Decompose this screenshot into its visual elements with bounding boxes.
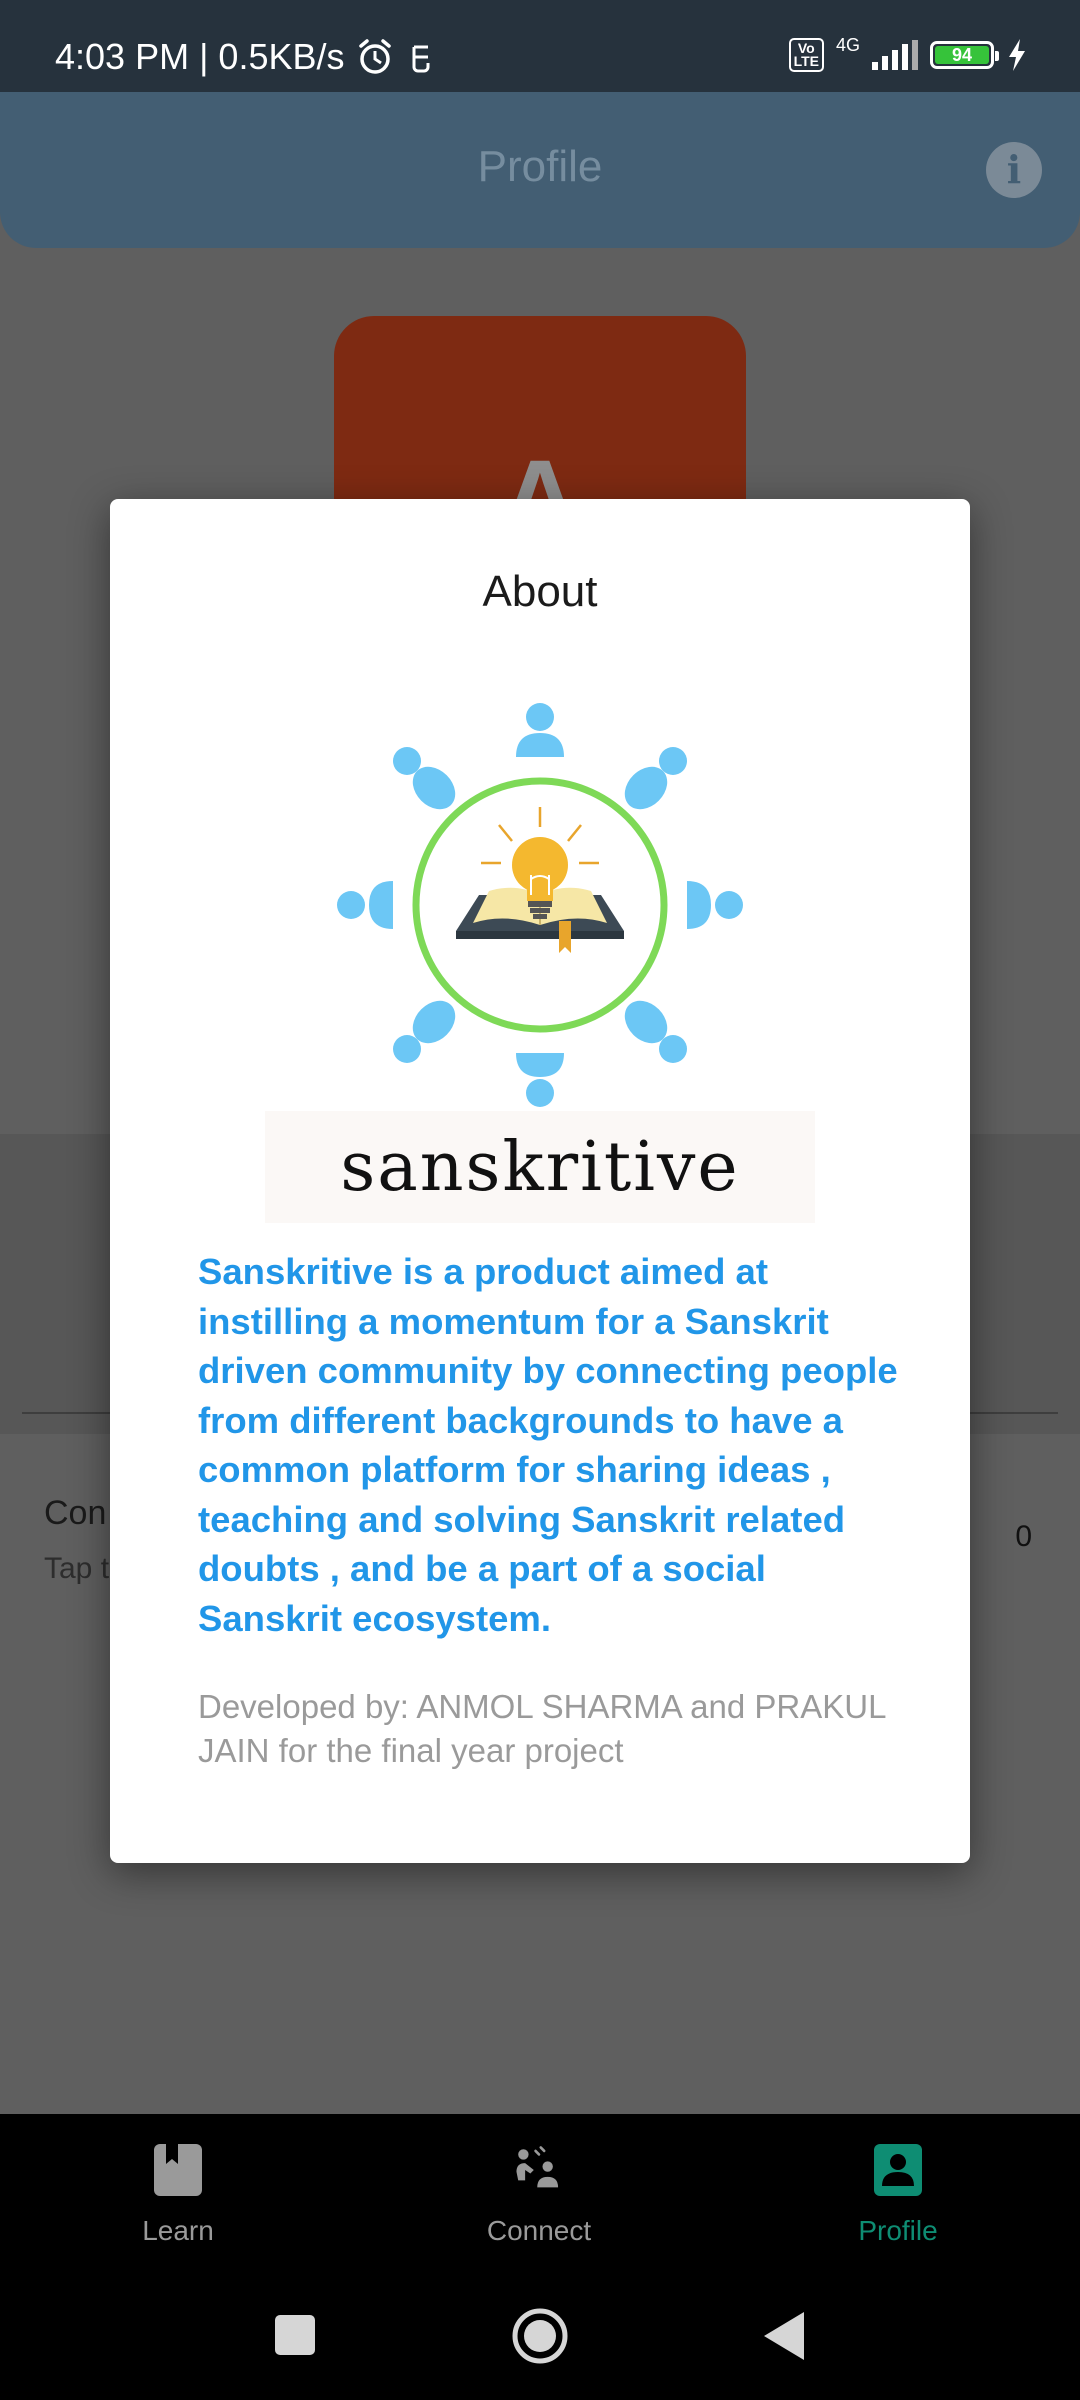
alarm-icon: [358, 39, 391, 74]
app-bar: Profile i: [0, 92, 1080, 248]
battery-icon: 94: [930, 41, 999, 69]
bottom-navigation: Learn Connect Profile: [0, 2114, 1080, 2260]
connections-title[interactable]: Con: [44, 1494, 106, 1533]
dialog-title: About: [482, 567, 598, 616]
developer-credit: Developed by: ANMOL SHARMA and PRAKUL JA…: [198, 1688, 886, 1769]
book-icon: [154, 2144, 202, 2196]
connect-icon: [516, 2146, 559, 2188]
logo-wordmark: sanskritive: [265, 1111, 815, 1223]
nav-label-profile: Profile: [858, 2215, 938, 2246]
nav-item-profile[interactable]: Profile: [798, 2142, 998, 2247]
logo-word-text: sanskritive: [340, 1127, 740, 1207]
sanskritive-logo-icon: [337, 703, 743, 1107]
network-type: 4G: [835, 34, 860, 55]
nav-item-connect[interactable]: Connect: [439, 2142, 639, 2247]
back-button[interactable]: [760, 2310, 808, 2362]
status-time-speed: 4:03 PM | 0.5KB/s: [55, 36, 345, 77]
connections-count: 0: [1015, 1520, 1032, 1553]
app-notification-icon: [412, 45, 429, 73]
nav-label-connect: Connect: [486, 2215, 592, 2246]
nav-label-learn: Learn: [142, 2215, 214, 2246]
nav-item-learn[interactable]: Learn: [78, 2142, 278, 2247]
status-bar: 4:03 PM | 0.5KB/s Vo LTE 4G 94: [0, 0, 1080, 92]
charging-icon: [1009, 39, 1025, 71]
status-right: Vo LTE 4G 94: [788, 34, 1028, 72]
battery-level: 94: [935, 45, 989, 65]
status-left: 4:03 PM | 0.5KB/s: [55, 36, 437, 78]
about-dialog: About sanskritive Sanskritive is a produ…: [110, 499, 970, 1863]
page-title: Profile: [477, 142, 603, 191]
system-navigation: [0, 2260, 1080, 2400]
volte-icon: Vo LTE: [788, 38, 824, 72]
info-icon[interactable]: i: [986, 142, 1042, 198]
signal-icon: [872, 40, 918, 70]
profile-icon: [874, 2144, 922, 2196]
about-description: Sanskritive is a product aimed at instil…: [198, 1251, 898, 1639]
home-button[interactable]: [510, 2306, 570, 2366]
recents-button[interactable]: [274, 2314, 316, 2356]
connections-subtitle: Tap t: [44, 1552, 110, 1585]
avatar: A: [334, 316, 746, 526]
